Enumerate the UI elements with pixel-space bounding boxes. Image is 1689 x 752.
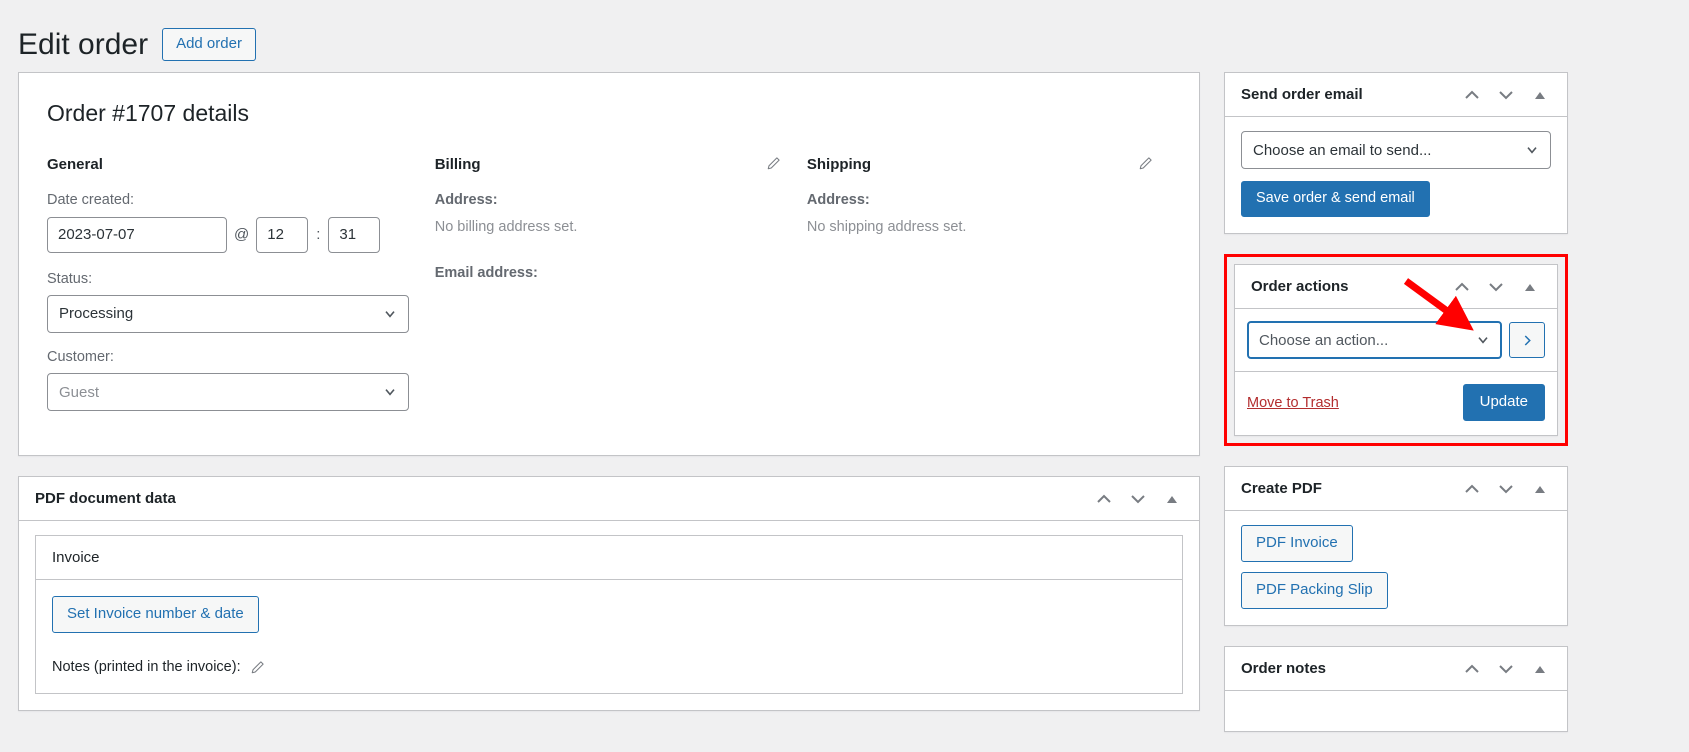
time-colon: :	[316, 226, 321, 244]
edit-billing-pencil-icon[interactable]	[766, 156, 781, 171]
send-order-email-panel: Send order email Choose an email to send…	[1224, 72, 1568, 235]
shipping-address-label: Address:	[806, 192, 870, 209]
customer-select-wrap: Guest	[47, 373, 409, 412]
move-up-icon[interactable]	[1457, 474, 1487, 504]
pdf-document-data-header: PDF document data	[19, 477, 1199, 522]
billing-title: Billing	[434, 155, 481, 173]
shipping-column: Shipping Address: No shipping address se…	[799, 155, 1171, 425]
page-title: Edit order	[18, 27, 149, 61]
page-header: Edit order Add order	[0, 0, 1689, 72]
toggle-collapse-icon[interactable]	[1515, 272, 1545, 302]
minute-input[interactable]	[328, 216, 381, 253]
email-select[interactable]: Choose an email to send...	[1241, 131, 1551, 169]
billing-address-label: Address:	[434, 192, 498, 209]
send-email-action-row: Save order & send email	[1241, 181, 1551, 218]
billing-address-value: No billing address set.	[434, 219, 578, 236]
toggle-collapse-icon[interactable]	[1157, 484, 1187, 514]
toggle-collapse-icon[interactable]	[1525, 80, 1555, 110]
order-actions-highlight: Order actions Choose an action... Move t…	[1224, 254, 1568, 447]
invoice-notes-label: Notes (printed in the invoice):	[52, 659, 241, 676]
panel-controls	[1447, 272, 1545, 302]
sidebar-column: Send order email Choose an email to send…	[1224, 72, 1568, 752]
toggle-collapse-icon[interactable]	[1525, 654, 1555, 684]
create-pdf-panel: Create PDF PDF Invoice PDF Packing Slip	[1224, 466, 1568, 627]
order-actions-title: Order actions	[1251, 278, 1349, 296]
order-notes-body	[1225, 691, 1567, 731]
move-up-icon[interactable]	[1089, 484, 1119, 514]
order-columns: General Date created: @ : Status: Proces…	[47, 155, 1171, 425]
order-actions-panel: Order actions Choose an action... Move t…	[1234, 264, 1558, 437]
at-symbol: @	[234, 226, 250, 244]
invoice-notes-row: Notes (printed in the invoice):	[52, 659, 1166, 675]
page-body: Order #1707 details General Date created…	[0, 72, 1689, 752]
order-actions-header: Order actions	[1235, 265, 1557, 310]
send-order-email-title: Send order email	[1241, 86, 1363, 103]
status-select[interactable]: Processing	[47, 294, 409, 333]
create-pdf-body: PDF Invoice PDF Packing Slip	[1225, 511, 1567, 625]
date-created-row: @ :	[47, 216, 427, 253]
panel-controls	[1089, 484, 1187, 514]
hour-input[interactable]	[256, 216, 309, 253]
pdf-document-data-body: Invoice Set Invoice number & date Notes …	[19, 521, 1199, 710]
shipping-address-value: No shipping address set.	[806, 219, 967, 236]
order-details-heading: Order #1707 details	[47, 100, 250, 126]
order-notes-header: Order notes	[1225, 647, 1567, 692]
general-title: General	[47, 155, 103, 173]
set-invoice-number-date-button[interactable]: Set Invoice number & date	[52, 596, 259, 634]
pdf-invoice-button[interactable]: PDF Invoice	[1241, 525, 1353, 563]
edit-shipping-pencil-icon[interactable]	[1138, 156, 1153, 171]
pdf-document-data-title: PDF document data	[35, 490, 176, 508]
apply-action-button[interactable]	[1509, 322, 1545, 359]
order-submit-row: Move to Trash Update	[1235, 372, 1557, 435]
move-down-icon[interactable]	[1491, 80, 1521, 110]
customer-label: Customer:	[47, 348, 114, 365]
update-button[interactable]: Update	[1462, 384, 1545, 422]
order-notes-title: Order notes	[1241, 660, 1327, 678]
date-created-label: Date created:	[47, 192, 135, 209]
action-select-wrap: Choose an action...	[1247, 321, 1502, 360]
pdf-document-data-panel: PDF document data Invoice Set Invoice nu…	[18, 476, 1200, 712]
shipping-title: Shipping	[806, 155, 872, 173]
email-select-wrap: Choose an email to send...	[1241, 131, 1551, 169]
order-notes-panel: Order notes	[1224, 646, 1568, 733]
order-action-select[interactable]: Choose an action...	[1247, 321, 1502, 360]
billing-email-label: Email address:	[434, 264, 538, 281]
panel-controls	[1457, 654, 1555, 684]
move-up-icon[interactable]	[1457, 80, 1487, 110]
move-down-icon[interactable]	[1481, 272, 1511, 302]
status-select-wrap: Processing	[47, 294, 409, 333]
move-down-icon[interactable]	[1123, 484, 1153, 514]
general-column: General Date created: @ : Status: Proces…	[47, 155, 427, 425]
panel-controls	[1457, 474, 1555, 504]
date-created-input[interactable]	[47, 216, 227, 253]
add-order-button[interactable]: Add order	[162, 27, 256, 61]
create-pdf-header: Create PDF	[1225, 467, 1567, 512]
pdf-packing-slip-button[interactable]: PDF Packing Slip	[1241, 572, 1388, 610]
move-to-trash-link[interactable]: Move to Trash	[1247, 395, 1339, 411]
panel-controls	[1457, 80, 1555, 110]
send-order-email-header: Send order email	[1225, 73, 1567, 117]
status-label: Status:	[47, 270, 93, 287]
billing-column: Billing Address: No billing address set.…	[427, 155, 799, 425]
invoice-document-name: Invoice	[36, 536, 1182, 581]
send-order-email-body: Choose an email to send... Save order & …	[1225, 117, 1567, 233]
move-down-icon[interactable]	[1491, 474, 1521, 504]
invoice-document-body: Set Invoice number & date Notes (printed…	[36, 580, 1182, 693]
move-down-icon[interactable]	[1491, 654, 1521, 684]
main-column: Order #1707 details General Date created…	[18, 72, 1200, 731]
edit-notes-pencil-icon[interactable]	[250, 660, 265, 675]
order-details-panel: Order #1707 details General Date created…	[18, 72, 1200, 457]
create-pdf-title: Create PDF	[1241, 480, 1322, 498]
move-up-icon[interactable]	[1457, 654, 1487, 684]
customer-select[interactable]: Guest	[47, 373, 409, 412]
save-order-send-email-button[interactable]: Save order & send email	[1241, 181, 1430, 218]
move-up-icon[interactable]	[1447, 272, 1477, 302]
toggle-collapse-icon[interactable]	[1525, 474, 1555, 504]
order-actions-row: Choose an action...	[1235, 309, 1557, 373]
invoice-document-block: Invoice Set Invoice number & date Notes …	[35, 535, 1183, 695]
